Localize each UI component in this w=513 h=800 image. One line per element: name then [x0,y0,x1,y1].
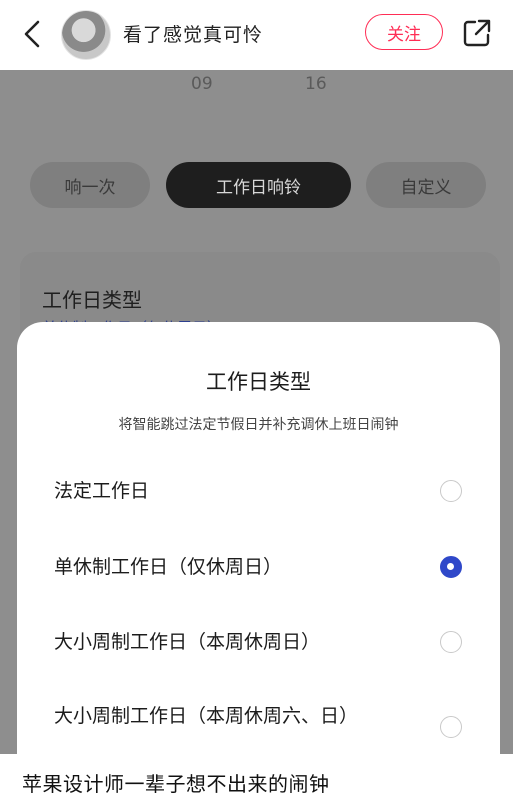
post-image: 09 16 响一次 工作日响铃 自定义 工作日类型 单休制工作日（仅休周日） 工… [0,70,513,754]
author-nickname[interactable]: 看了感觉真可怜 [123,20,263,47]
tab-custom[interactable]: 自定义 [366,162,486,208]
option-big-small-week-weekend[interactable]: 大小周制工作日（本周休周六、日） [54,700,384,732]
card-title: 工作日类型 [42,288,142,312]
time-hour: 09 [191,74,213,94]
sheet-description: 将智能跳过法定节假日并补充调休上班日闹钟 [118,417,399,433]
post-header: 看了感觉真可怜 关注 [0,0,513,70]
tab-ring-once[interactable]: 响一次 [30,162,150,208]
sheet-title: 工作日类型 [206,370,311,394]
radio-big-small-week-sunday[interactable] [440,631,462,653]
option-statutory-workday[interactable]: 法定工作日 [54,475,149,507]
option-single-rest-workday[interactable]: 单休制工作日（仅休周日） [54,551,282,583]
share-icon[interactable] [462,18,492,48]
tab-workday-ring[interactable]: 工作日响铃 [166,162,351,208]
time-minute: 16 [305,74,327,94]
avatar[interactable] [61,10,111,60]
radio-single-rest-workday[interactable] [440,556,462,578]
follow-button[interactable]: 关注 [365,14,443,50]
chevron-left-icon[interactable] [20,18,46,50]
radio-big-small-week-weekend[interactable] [440,716,462,738]
bottom-sheet: 工作日类型 将智能跳过法定节假日并补充调休上班日闹钟 法定工作日 单休制工作日（… [17,322,500,754]
radio-statutory-workday[interactable] [440,480,462,502]
post-caption: 苹果设计师一辈子想不出来的闹钟 [22,772,330,796]
option-big-small-week-sunday[interactable]: 大小周制工作日（本周休周日） [54,626,320,658]
